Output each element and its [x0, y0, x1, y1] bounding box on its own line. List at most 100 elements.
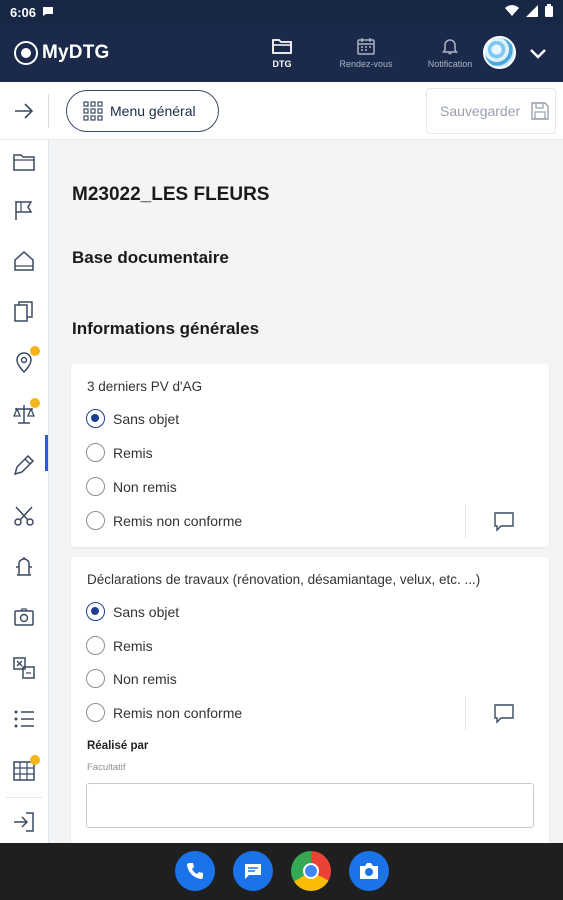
folder-icon	[13, 154, 35, 171]
radio-option[interactable]: Non remis	[86, 477, 177, 496]
sidebar-item-checklist[interactable]	[12, 707, 36, 731]
sidebar-item-flag[interactable]	[12, 198, 36, 222]
android-dock	[0, 843, 563, 900]
sidebar-item-legal[interactable]	[12, 398, 40, 426]
radio-option-label: Sans objet	[113, 410, 180, 427]
camera-icon	[14, 608, 34, 626]
sidebar-item-tools[interactable]	[12, 504, 36, 528]
radio-button[interactable]	[86, 703, 105, 722]
logout-icon	[14, 812, 34, 832]
menu-general-label: Menu général	[110, 103, 196, 119]
menu-general-button[interactable]: Menu général	[66, 90, 219, 132]
toolbar-divider	[48, 94, 49, 128]
realise-par-hint: Facultatif	[87, 762, 126, 773]
radio-button-checked[interactable]	[86, 409, 105, 428]
scissors-icon	[14, 506, 34, 526]
status-time: 6:06	[10, 4, 37, 20]
toolbar: Menu général Sauvegarder	[0, 82, 563, 140]
brand-logo-icon	[14, 41, 38, 65]
radio-button[interactable]	[86, 511, 105, 530]
sidebar-item-camera[interactable]	[12, 605, 36, 629]
sidebar-active-indicator	[45, 435, 48, 471]
nav-dtg[interactable]: DTG	[240, 24, 324, 82]
sidebar-item-location[interactable]	[12, 346, 40, 374]
nav-notification-label: Notification	[427, 59, 473, 69]
sidebar-item-documents[interactable]	[12, 300, 36, 324]
sidebar-item-compare[interactable]	[12, 656, 36, 680]
wifi-icon	[505, 4, 519, 20]
subsection-heading: Informations générales	[72, 319, 260, 338]
radio-option[interactable]: Sans objet	[86, 409, 179, 428]
phone-app-icon[interactable]	[175, 851, 215, 891]
chevron-down-icon[interactable]	[528, 44, 548, 62]
radio-button[interactable]	[86, 477, 105, 496]
sidebar-item-house[interactable]	[12, 249, 36, 273]
question-label: 3 derniers PV d'AG	[87, 379, 203, 394]
radio-option-label: Non remis	[113, 670, 177, 687]
sidebar	[0, 140, 49, 843]
radio-button-checked[interactable]	[86, 602, 105, 621]
notification-badge	[30, 346, 40, 356]
radio-option-label: Remis	[113, 444, 153, 461]
sidebar-item-folder[interactable]	[12, 150, 36, 174]
radio-option[interactable]: Remis non conforme	[86, 703, 242, 722]
realise-par-input[interactable]	[86, 783, 534, 828]
documents-icon	[14, 301, 33, 322]
radio-button[interactable]	[86, 443, 105, 462]
grid-icon	[83, 101, 103, 121]
checklist-icon	[14, 710, 34, 728]
comment-icon[interactable]	[493, 510, 515, 532]
radio-option[interactable]: Remis non conforme	[86, 511, 242, 530]
sidebar-item-table[interactable]	[12, 755, 40, 783]
floppy-disk-icon	[531, 102, 549, 120]
flag-icon	[15, 201, 33, 220]
main-content: M23022_LES FLEURS Base documentaire Info…	[50, 140, 563, 843]
notification-badge	[30, 755, 40, 765]
radio-option-label: Sans objet	[113, 603, 180, 620]
compare-icon	[13, 657, 35, 679]
sidebar-item-logout[interactable]	[12, 810, 36, 834]
nav-notification[interactable]: Notification	[408, 24, 492, 82]
folder-icon	[272, 39, 292, 54]
fire-hydrant-icon	[16, 557, 32, 576]
status-bar: 6:06	[0, 0, 563, 24]
camera-app-icon[interactable]	[349, 851, 389, 891]
card-divider	[465, 696, 466, 730]
sidebar-item-tag[interactable]	[12, 453, 36, 477]
radio-option-label: Remis non conforme	[113, 704, 243, 721]
radio-option[interactable]: Remis	[86, 443, 153, 462]
radio-button[interactable]	[86, 669, 105, 688]
nav-dtg-label: DTG	[272, 59, 292, 69]
comment-icon[interactable]	[493, 702, 515, 724]
save-button[interactable]: Sauvegarder	[426, 88, 556, 134]
tag-edit-icon	[13, 454, 35, 476]
nav-rendez-vous[interactable]: Rendez-vous	[324, 24, 408, 82]
messages-app-icon[interactable]	[233, 851, 273, 891]
message-notification-icon	[42, 5, 54, 20]
radio-option[interactable]: Non remis	[86, 669, 177, 688]
sidebar-divider	[6, 797, 42, 798]
calendar-icon	[357, 38, 375, 55]
signal-icon	[526, 4, 538, 20]
brand-name: MyDTG	[42, 42, 110, 63]
question-card: 3 derniers PV d'AG Sans objet Remis Non …	[71, 364, 549, 547]
app-header: MyDTG DTG Rendez-vous Notification	[0, 24, 563, 82]
house-icon	[14, 250, 34, 271]
radio-option[interactable]: Sans objet	[86, 602, 179, 621]
radio-option-label: Remis non conforme	[113, 512, 243, 529]
battery-icon	[545, 4, 553, 20]
page-title: M23022_LES FLEURS	[72, 184, 270, 205]
chrome-app-icon[interactable]	[291, 851, 331, 891]
radio-button[interactable]	[86, 636, 105, 655]
sidebar-item-fire[interactable]	[12, 554, 36, 578]
arrow-right-icon[interactable]	[12, 99, 36, 123]
notification-badge	[30, 398, 40, 408]
question-label: Déclarations de travaux (rénovation, dés…	[87, 572, 481, 587]
nav-rendez-vous-label: Rendez-vous	[339, 59, 393, 69]
section-heading: Base documentaire	[72, 248, 229, 267]
user-avatar[interactable]	[483, 36, 516, 69]
card-divider	[465, 504, 466, 538]
brand-logo[interactable]: MyDTG	[14, 41, 110, 65]
radio-option[interactable]: Remis	[86, 636, 153, 655]
save-label: Sauvegarder	[440, 103, 521, 119]
